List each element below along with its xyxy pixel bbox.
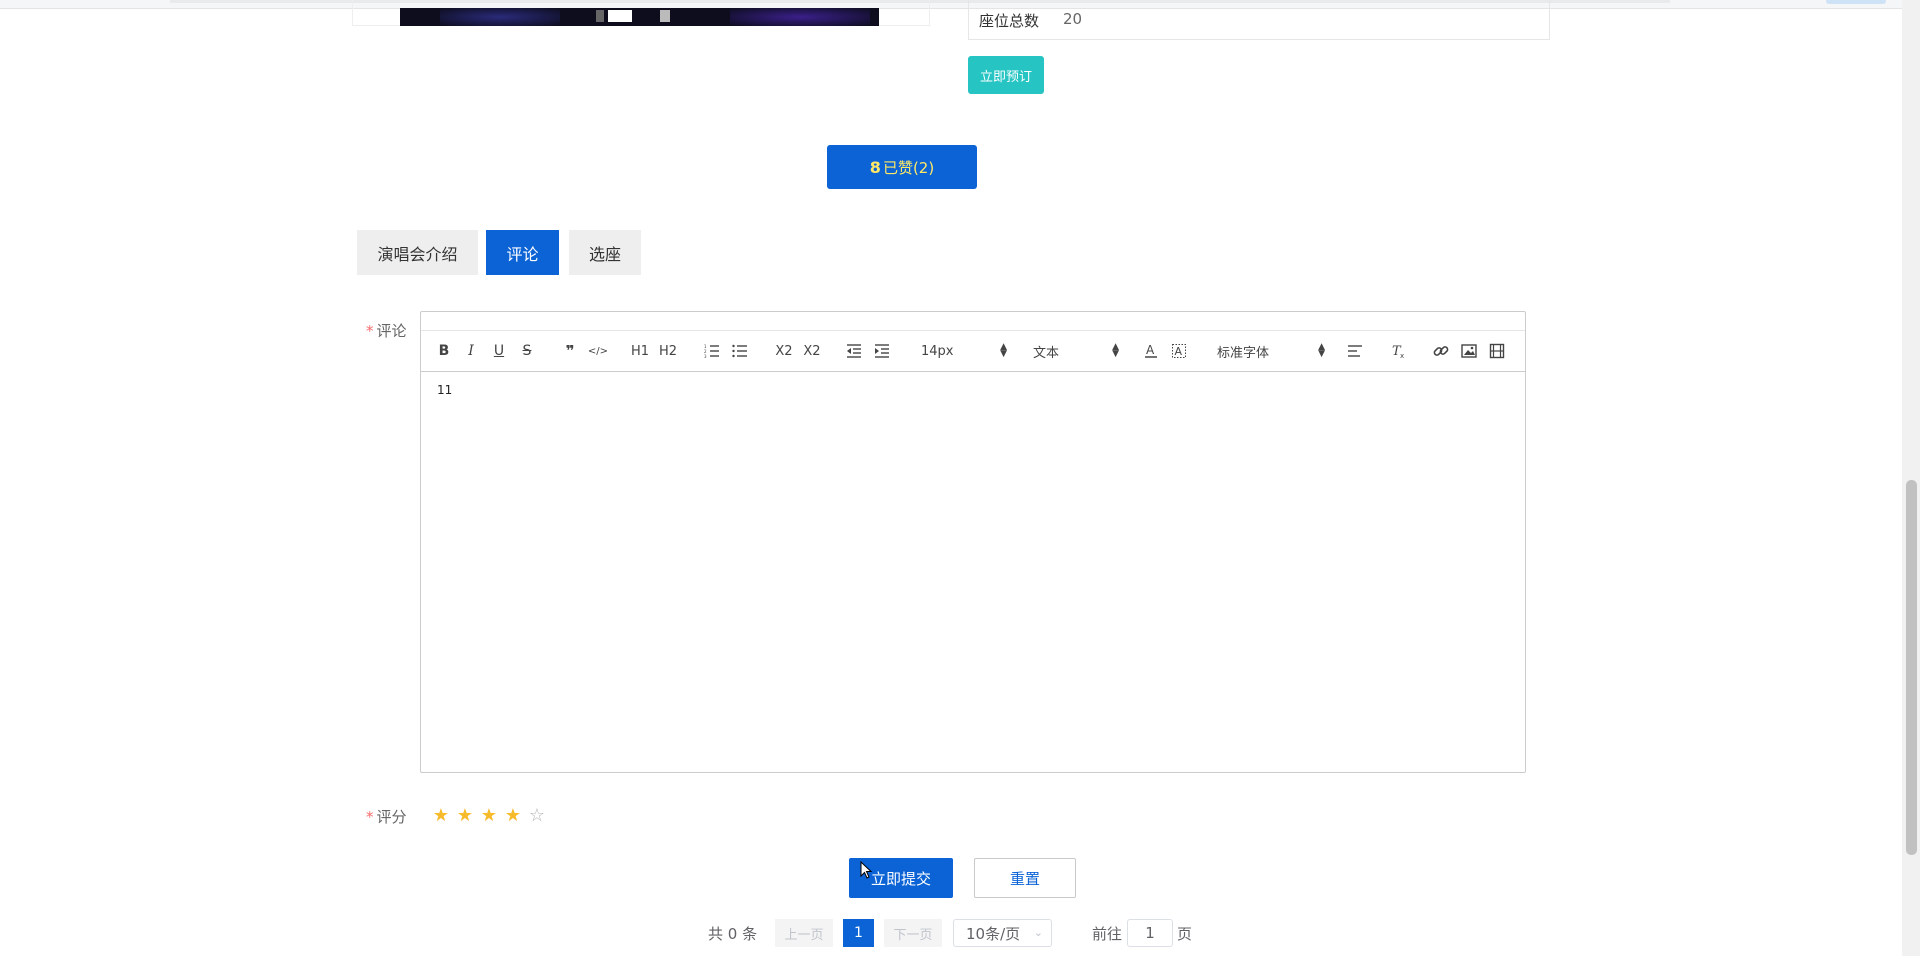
header-picker[interactable]: 文本 ▲ ▼ <box>1033 341 1119 361</box>
rating-label-text: 评分 <box>376 808 407 826</box>
header-picker-value: 文本 <box>1033 345 1060 361</box>
image-icon[interactable] <box>1458 341 1480 361</box>
browser-top-strip <box>0 0 1920 9</box>
font-size-picker[interactable]: 14px ▲ ▼ <box>921 341 1007 361</box>
heading1-button[interactable]: H1 <box>629 341 651 361</box>
rating-field-label: * 评分 <box>366 806 407 827</box>
like-button[interactable]: 8 已赞(2) <box>827 145 977 189</box>
page-number-button[interactable]: 1 <box>843 919 874 947</box>
subscript-button[interactable]: X2 <box>773 341 795 361</box>
font-family-picker[interactable]: 标准字体 ▲ ▼ <box>1217 341 1325 361</box>
scrollbar-thumb[interactable] <box>1906 480 1917 855</box>
font-family-value: 标准字体 <box>1217 345 1270 361</box>
italic-button[interactable]: I <box>460 341 482 361</box>
svg-text:A: A <box>1146 343 1155 357</box>
strike-button[interactable]: S <box>516 341 538 361</box>
svg-text:A: A <box>1175 345 1183 358</box>
picker-arrows-icon: ▲ ▼ <box>1112 342 1119 359</box>
thumb-up-icon: 8 <box>869 157 881 177</box>
svg-text:3: 3 <box>704 354 707 358</box>
font-color-icon[interactable]: A <box>1140 341 1162 361</box>
star-icon[interactable]: ★ <box>503 805 523 826</box>
image-detail <box>608 10 632 22</box>
align-icon[interactable] <box>1344 341 1366 361</box>
chevron-down-icon: ⌄ <box>1033 926 1043 939</box>
stage-light <box>440 8 560 26</box>
star-icon[interactable]: ★ <box>479 805 499 826</box>
font-size-value: 14px <box>921 343 954 359</box>
tab-comment[interactable]: 评论 <box>486 230 559 275</box>
editor-content[interactable]: 11 <box>437 383 452 397</box>
image-detail <box>660 10 670 22</box>
concert-image <box>400 8 879 26</box>
clear-format-icon[interactable]: Tx <box>1388 341 1410 361</box>
goto-page-input[interactable]: 1 <box>1127 919 1173 947</box>
editor-toolbar: B I U S ❞ </> H1 H2 123 X2 X2 14px ▲ ▼ 文本… <box>421 331 1525 372</box>
superscript-button[interactable]: X2 <box>801 341 823 361</box>
blockquote-button[interactable]: ❞ <box>559 341 581 361</box>
required-mark: * <box>366 808 374 826</box>
comment-label-text: 评论 <box>376 322 407 340</box>
video-icon[interactable] <box>1486 341 1508 361</box>
heading2-button[interactable]: H2 <box>657 341 679 361</box>
picker-arrows-icon: ▲ ▼ <box>1318 342 1325 359</box>
image-detail <box>596 10 604 22</box>
tab-seat-selection[interactable]: 选座 <box>569 230 641 275</box>
page-size-select[interactable]: 10条/页 ⌄ <box>953 919 1052 947</box>
star-icon[interactable]: ★ <box>431 805 451 826</box>
star-icon[interactable]: ☆ <box>527 805 547 826</box>
stage-light <box>730 8 870 26</box>
background-color-icon[interactable]: A <box>1168 341 1190 361</box>
tab-concert-intro[interactable]: 演唱会介绍 <box>357 230 478 275</box>
reset-button[interactable]: 重置 <box>974 858 1076 898</box>
prev-page-button[interactable]: 上一页 <box>775 919 833 947</box>
comment-field-label: * 评论 <box>366 320 407 341</box>
code-block-button[interactable]: </> <box>587 341 609 361</box>
page-size-value: 10条/页 <box>966 924 1021 943</box>
seat-total-row <box>968 0 1550 40</box>
outdent-icon[interactable] <box>843 341 865 361</box>
pagination-total: 共 0 条 <box>708 924 758 943</box>
svg-text:x: x <box>1400 352 1404 359</box>
bullet-list-icon[interactable] <box>729 341 751 361</box>
editor-top-bar <box>421 312 1525 331</box>
seat-total-label: 座位总数 <box>979 12 1040 30</box>
underline-button[interactable]: U <box>488 341 510 361</box>
mouse-cursor-icon <box>860 861 872 879</box>
rich-text-editor <box>420 311 1526 773</box>
goto-label: 前往 <box>1092 924 1123 943</box>
star-icon[interactable]: ★ <box>455 805 475 826</box>
seat-total-value: 20 <box>1063 10 1083 28</box>
picker-arrows-icon: ▲ ▼ <box>1000 342 1007 359</box>
ordered-list-icon[interactable]: 123 <box>701 341 723 361</box>
required-mark: * <box>366 322 374 340</box>
bold-button[interactable]: B <box>433 341 455 361</box>
book-now-button[interactable]: 立即预订 <box>968 56 1044 94</box>
indent-icon[interactable] <box>871 341 893 361</box>
link-icon[interactable] <box>1430 341 1452 361</box>
like-label: 已赞(2) <box>882 158 935 177</box>
next-page-button[interactable]: 下一页 <box>884 919 942 947</box>
goto-suffix: 页 <box>1177 924 1193 943</box>
browser-button-edge <box>1826 0 1886 4</box>
